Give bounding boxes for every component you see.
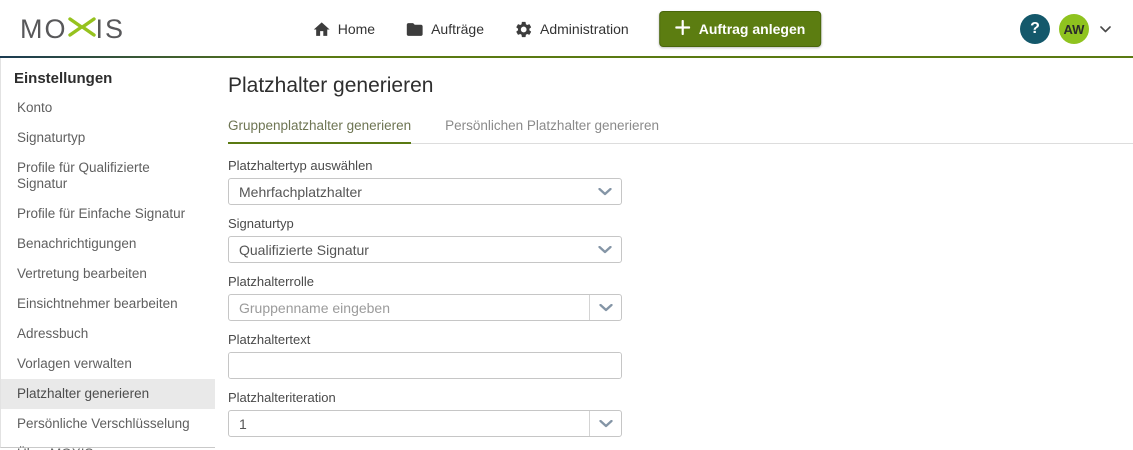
gear-icon (514, 20, 533, 39)
tab-gruppenplatzhalter[interactable]: Gruppenplatzhalter generieren (228, 118, 412, 144)
sidebar-item-platzhalter-generieren[interactable]: Platzhalter generieren (1, 379, 215, 409)
plus-icon (674, 19, 690, 38)
nav-auftraege-label: Aufträge (431, 21, 485, 37)
platzhaltertext-input[interactable] (229, 353, 621, 378)
page-title: Platzhalter generieren (228, 74, 434, 97)
sidebar-heading: Einstellungen (14, 70, 113, 87)
platzhalteriteration-label: Platzhalteriteration (228, 390, 336, 405)
tab-bar: Gruppenplatzhalter generieren Persönlich… (228, 118, 1133, 144)
avatar[interactable]: AW (1059, 14, 1089, 44)
sidebar-item-profile-einfache-signatur[interactable]: Profile für Einfache Signatur (1, 199, 215, 229)
help-button[interactable]: ? (1020, 14, 1050, 44)
logo-text-left: MO (20, 13, 68, 44)
platzhaltertyp-label: Platzhaltertyp auswählen (228, 158, 373, 173)
sidebar-item-vertretung-bearbeiten[interactable]: Vertretung bearbeiten (1, 259, 215, 289)
home-icon (312, 20, 331, 39)
sidebar-item-profile-qualifizierte-signatur[interactable]: Profile für Qualifizierte Signatur (1, 153, 215, 199)
chevron-down-icon[interactable] (589, 237, 621, 262)
platzhaltertyp-value: Mehrfachplatzhalter (239, 183, 362, 200)
auftrag-anlegen-button[interactable]: Auftrag anlegen (658, 11, 822, 47)
sidebar-item-ueber-moxis[interactable]: Über MOXIS (1, 439, 215, 450)
settings-sidebar: Einstellungen Konto Signaturtyp Profile … (0, 58, 215, 450)
signaturtyp-select[interactable]: Qualifizierte Signatur (228, 236, 622, 263)
sidebar-item-adressbuch[interactable]: Adressbuch (1, 319, 215, 349)
header-gradient-divider (0, 56, 1133, 58)
moxis-logo[interactable]: MO IS (20, 14, 125, 45)
main-content: Platzhalter generieren Gruppenplatzhalte… (215, 58, 1133, 450)
avatar-menu-chevron-icon[interactable] (1098, 24, 1113, 35)
top-bar: MO IS Home Aufträge Administration Auftr… (0, 0, 1133, 58)
platzhalterrolle-placeholder: Gruppenname eingeben (239, 299, 391, 316)
tab-persoenlicher-platzhalter[interactable]: Persönlichen Platzhalter generieren (445, 118, 659, 144)
signaturtyp-label: Signaturtyp (228, 216, 294, 231)
sidebar-item-signaturtyp[interactable]: Signaturtyp (1, 123, 215, 153)
folder-icon (405, 20, 424, 39)
sidebar-item-vorlagen-verwalten[interactable]: Vorlagen verwalten (1, 349, 215, 379)
logo-text-right: IS (95, 13, 126, 44)
nav-administration[interactable]: Administration (514, 20, 629, 39)
platzhalteriteration-combobox[interactable]: 1 (228, 410, 622, 437)
sidebar-item-persoenliche-verschluesselung[interactable]: Persönliche Verschlüsselung (1, 409, 215, 439)
auftrag-anlegen-label: Auftrag anlegen (698, 21, 806, 37)
chevron-down-icon[interactable] (589, 411, 621, 436)
platzhaltertext-field (228, 352, 622, 379)
nav-home-label: Home (337, 21, 376, 37)
chevron-down-icon[interactable] (589, 295, 621, 320)
platzhalterrolle-combobox[interactable]: Gruppenname eingeben (228, 294, 622, 321)
sidebar-item-einsichtnehmer-bearbeiten[interactable]: Einsichtnehmer bearbeiten (1, 289, 215, 319)
sidebar-item-benachrichtigungen[interactable]: Benachrichtigungen (1, 229, 215, 259)
nav-home[interactable]: Home (312, 20, 375, 39)
question-mark-icon: ? (1030, 20, 1040, 37)
platzhalterrolle-label: Platzhalterrolle (228, 274, 314, 289)
sidebar-item-konto[interactable]: Konto (1, 93, 215, 123)
placeholder-form: Platzhaltertyp auswählen Mehrfachplatzha… (228, 158, 622, 437)
header-right-cluster: ? AW (1020, 14, 1113, 44)
platzhaltertext-label: Platzhaltertext (228, 332, 311, 347)
platzhalteriteration-value: 1 (239, 415, 247, 432)
chevron-down-icon[interactable] (589, 179, 621, 204)
main-nav: Home Aufträge Administration Auftrag anl… (312, 11, 822, 47)
nav-auftraege[interactable]: Aufträge (405, 20, 484, 39)
nav-administration-label: Administration (540, 21, 629, 37)
signaturtyp-value: Qualifizierte Signatur (239, 241, 369, 258)
logo-x-icon (67, 14, 96, 45)
platzhaltertyp-select[interactable]: Mehrfachplatzhalter (228, 178, 622, 205)
avatar-initials: AW (1063, 21, 1085, 37)
